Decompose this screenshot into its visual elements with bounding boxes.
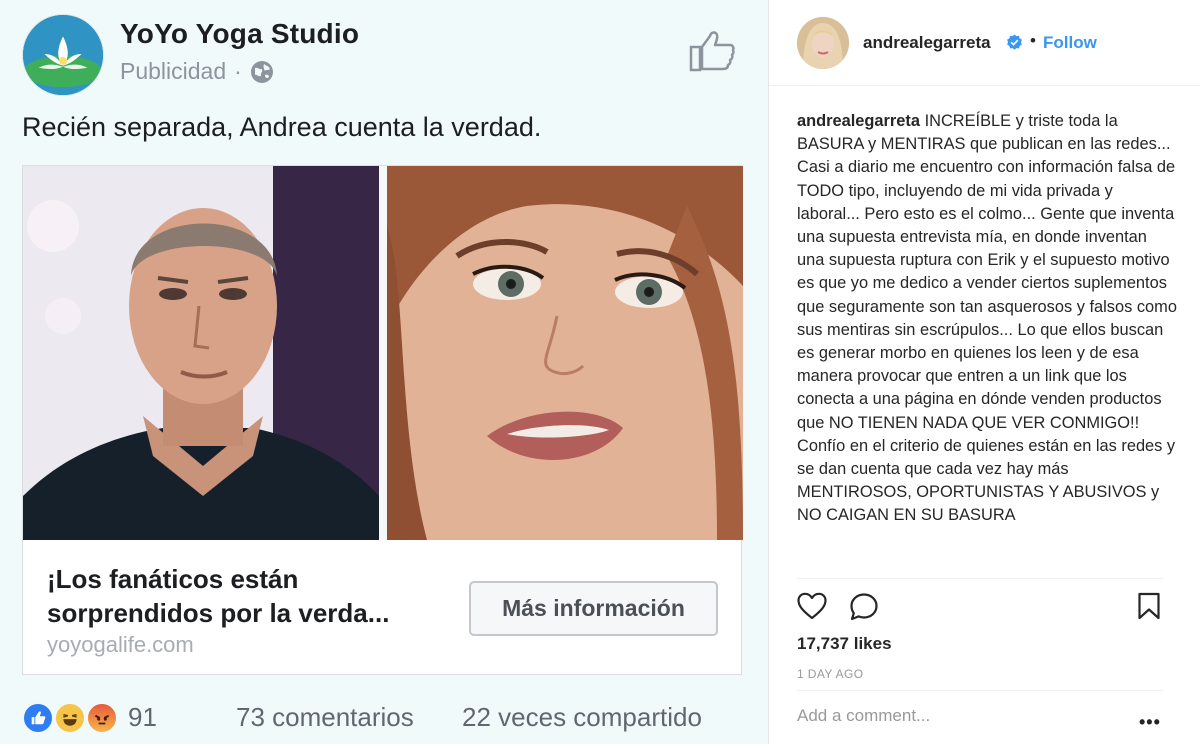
username[interactable]: andrealegarreta — [863, 33, 991, 53]
follow-button[interactable]: Follow — [1043, 33, 1097, 53]
thumbs-up-icon[interactable] — [688, 28, 736, 72]
post-time: 1 DAY AGO — [797, 667, 864, 681]
globe-icon — [250, 60, 274, 84]
comment-divider — [797, 690, 1163, 691]
post-footer: 91 73 comentarios 22 veces compartido — [22, 700, 742, 736]
sponsored-row: Publicidad · — [120, 58, 274, 85]
comments-count[interactable]: 73 comentarios — [236, 702, 414, 733]
facebook-ad-post: YoYo Yoga Studio Publicidad · Recién sep… — [0, 0, 768, 744]
caption-text: INCREÍBLE y triste toda la BASURA y MENT… — [797, 112, 1177, 525]
ad-headline-line-2: sorprendidos por la verda... — [47, 598, 390, 628]
angry-icon[interactable] — [86, 702, 118, 734]
caption-area[interactable]: andrealegarreta INCREÍBLE y triste toda … — [797, 110, 1177, 578]
bookmark-icon[interactable] — [1137, 592, 1161, 620]
actions-divider — [797, 578, 1163, 579]
haha-icon[interactable] — [54, 702, 86, 734]
page-name[interactable]: YoYo Yoga Studio — [120, 18, 359, 50]
ad-headline[interactable]: ¡Los fanáticos están sorprendidos por la… — [47, 562, 447, 630]
ad-card[interactable]: ¡Los fanáticos están sorprendidos por la… — [22, 165, 743, 675]
like-icon[interactable] — [22, 702, 54, 734]
header-dot: • — [1030, 31, 1036, 50]
ad-image-woman[interactable] — [387, 166, 743, 540]
image-gap — [379, 166, 387, 540]
verified-badge-icon — [1006, 34, 1023, 51]
ad-headline-line-1: ¡Los fanáticos están — [47, 564, 299, 594]
more-info-button[interactable]: Más información — [469, 581, 718, 636]
instagram-panel: andrealegarreta • Follow andrealegarreta… — [769, 0, 1200, 744]
comment-icon[interactable] — [849, 592, 879, 622]
more-options-icon[interactable]: ••• — [1139, 712, 1161, 733]
post-header: andrealegarreta • Follow — [769, 0, 1200, 86]
likes-count[interactable]: 17,737 likes — [797, 634, 892, 654]
ad-image-man[interactable] — [23, 166, 379, 540]
add-comment-input[interactable] — [797, 706, 1097, 726]
post-text: Recién separada, Andrea cuenta la verdad… — [22, 112, 542, 142]
caption-username[interactable]: andrealegarreta — [797, 112, 920, 130]
sponsored-label: Publicidad — [120, 58, 227, 84]
ad-domain: yoyogalife.com — [47, 632, 194, 657]
reactions-count[interactable]: 91 — [128, 702, 157, 733]
separator-dot: · — [234, 58, 242, 84]
heart-icon[interactable] — [797, 592, 827, 620]
page-avatar[interactable] — [22, 14, 104, 96]
caption: andrealegarreta INCREÍBLE y triste toda … — [797, 110, 1177, 528]
shares-count[interactable]: 22 veces compartido — [462, 702, 702, 733]
avatar[interactable] — [797, 17, 849, 69]
